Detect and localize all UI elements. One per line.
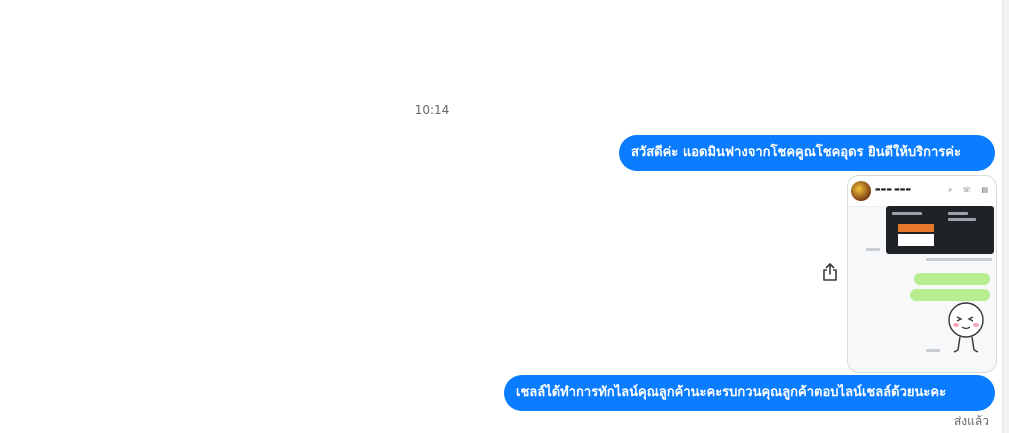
share-button[interactable] <box>820 262 840 282</box>
sent-status: ส่งแล้ว <box>953 414 989 428</box>
image-white-block <box>898 234 934 246</box>
image-contact-name: ▬▬▬ ▬▬▬ <box>875 186 912 193</box>
image-green-bubble <box>914 273 990 285</box>
sticker-icon <box>948 302 984 353</box>
image-header: ▬▬▬ ▬▬▬ ⌕ ☏ ▤ <box>848 176 996 207</box>
image-green-bubble <box>910 289 990 301</box>
message-bubble[interactable]: เชลล์ได้ทำการทักไลน์คุณลูกค้านะคะรบกวนคุ… <box>504 375 995 411</box>
image-dark-card <box>886 206 994 254</box>
image-toolbar-icons: ⌕ ☏ ▤ <box>948 186 992 194</box>
share-icon <box>823 263 837 281</box>
image-orange-block <box>898 224 934 232</box>
image-message[interactable]: ▬▬▬ ▬▬▬ ⌕ ☏ ▤ <box>847 175 997 373</box>
chat-area: 10:14 สวัสดีค่ะ แอดมินฟางจากโชคคูณโชคอุด… <box>0 0 1003 433</box>
image-avatar <box>851 181 871 201</box>
message-bubble[interactable]: สวัสดีค่ะ แอดมินฟางจากโชคคูณโชคอุดร ยินด… <box>619 135 995 171</box>
message-timestamp: 10:14 <box>414 103 450 117</box>
scrollbar[interactable] <box>1002 0 1009 433</box>
